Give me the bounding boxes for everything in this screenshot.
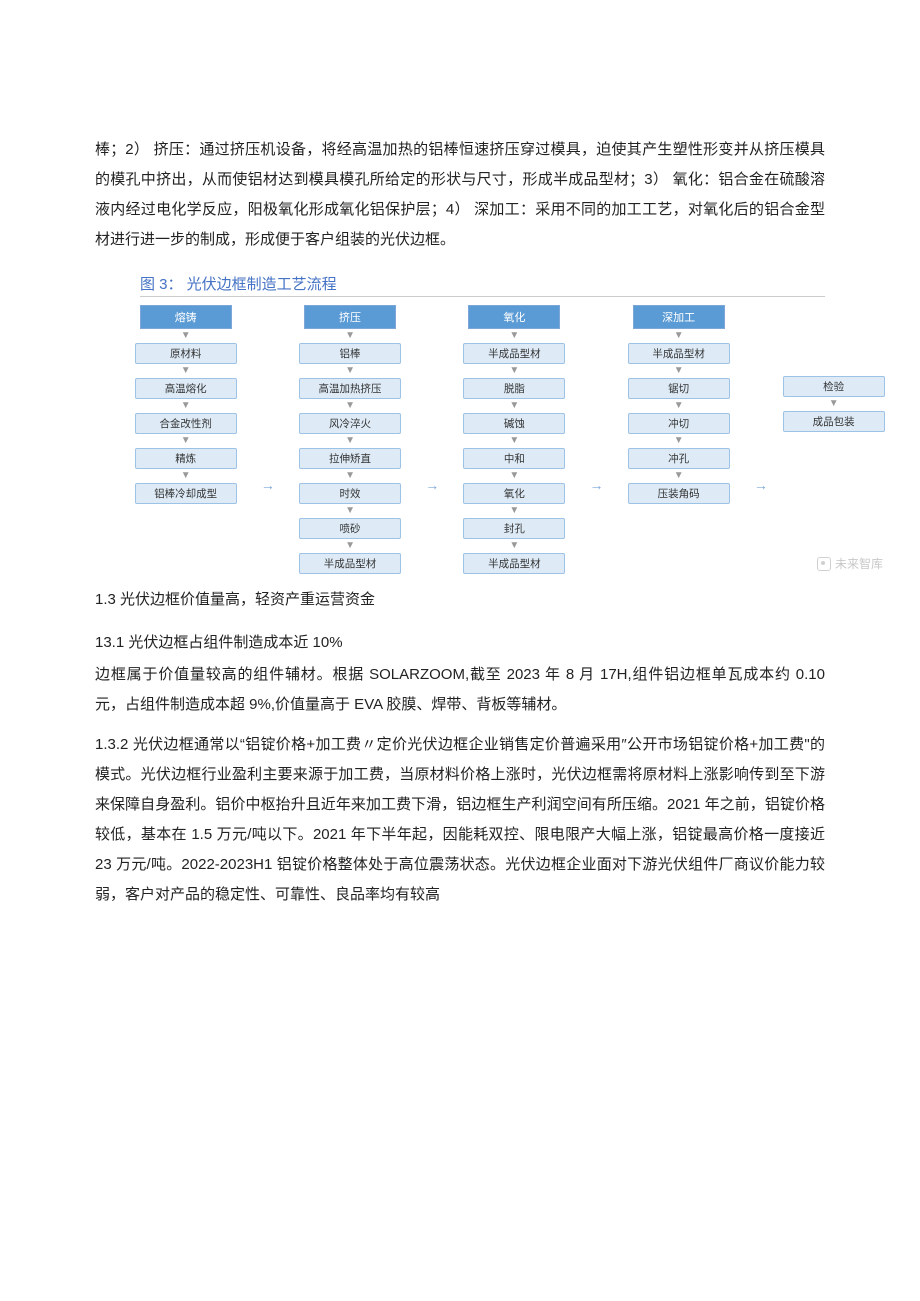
flow-step: 成品包装 bbox=[783, 411, 885, 432]
arrow-down-icon: ▼ bbox=[345, 367, 355, 375]
arrow-right-icon: → bbox=[425, 477, 440, 493]
arrow-down-icon: ▼ bbox=[181, 437, 191, 445]
arrow-down-icon: ▼ bbox=[509, 437, 519, 445]
flow-step: 脱脂 bbox=[463, 378, 565, 399]
flow-step: 铝棒冷却成型 bbox=[135, 483, 237, 504]
flow-step: 半成品型材 bbox=[463, 553, 565, 574]
flow-column: 氧化 ▼ 半成品型材 ▼ 脱脂 ▼ 碱蚀 ▼ 中和 ▼ 氧化 ▼ 封孔 ▼ 半成品型材 bbox=[454, 305, 575, 574]
paragraph-1-3-2: 1.3.2 光伏边框通常以“铝锭价格+加工费〃定价光伏边框企业销售定价普遍采用″… bbox=[95, 730, 825, 910]
watermark-text: 未来智库 bbox=[835, 555, 883, 572]
wechat-icon bbox=[817, 557, 831, 571]
flow-step: 时效 bbox=[299, 483, 401, 504]
flow-step: 半成品型材 bbox=[299, 553, 401, 574]
flow-step: 喷砂 bbox=[299, 518, 401, 539]
flow-step: 高温加热挤压 bbox=[299, 378, 401, 399]
arrow-down-icon: ▼ bbox=[829, 400, 839, 408]
flow-step: 原材料 bbox=[135, 343, 237, 364]
arrow-down-icon: ▼ bbox=[509, 367, 519, 375]
arrow-down-icon: ▼ bbox=[509, 542, 519, 550]
flow-step: 压装角码 bbox=[628, 483, 730, 504]
flow-step: 锯切 bbox=[628, 378, 730, 399]
arrow-down-icon: ▼ bbox=[674, 437, 684, 445]
intro-paragraph: 棒；2） 挤压：通过挤压机设备，将经高温加热的铝棒恒速挤压穿过模具，迫使其产生塑… bbox=[95, 135, 825, 255]
arrow-down-icon: ▼ bbox=[509, 402, 519, 410]
flow-step: 拉伸矫直 bbox=[299, 448, 401, 469]
section-1-3-1-title: 13.1 光伏边框占组件制造成本近 10% bbox=[95, 631, 825, 652]
flow-step: 合金改性剂 bbox=[135, 413, 237, 434]
flow-step: 风冷淬火 bbox=[299, 413, 401, 434]
arrow-down-icon: ▼ bbox=[674, 402, 684, 410]
arrow-down-icon: ▼ bbox=[181, 402, 191, 410]
flow-step: 检验 bbox=[783, 376, 885, 397]
arrow-down-icon: ▼ bbox=[345, 542, 355, 550]
arrow-down-icon: ▼ bbox=[345, 402, 355, 410]
arrow-down-icon: ▼ bbox=[345, 507, 355, 515]
arrow-down-icon: ▼ bbox=[674, 367, 684, 375]
flow-header: 氧化 bbox=[468, 305, 560, 329]
arrow-down-icon: ▼ bbox=[345, 332, 355, 340]
flow-column: 挤压 ▼ 铝棒 ▼ 高温加热挤压 ▼ 风冷淬火 ▼ 拉伸矫直 ▼ 时效 ▼ 喷砂 ▼ 半成品型材 bbox=[289, 305, 410, 574]
arrow-down-icon: ▼ bbox=[509, 472, 519, 480]
arrow-down-icon: ▼ bbox=[674, 472, 684, 480]
flow-column: 深加工 ▼ 半成品型材 ▼ 锯切 ▼ 冲切 ▼ 冲孔 ▼ 压装角码 bbox=[618, 305, 739, 504]
flow-step: 冲孔 bbox=[628, 448, 730, 469]
arrow-right-icon: → bbox=[589, 477, 604, 493]
arrow-right-icon: → bbox=[753, 477, 768, 493]
flow-step: 中和 bbox=[463, 448, 565, 469]
flow-step: 碱蚀 bbox=[463, 413, 565, 434]
flow-step: 氧化 bbox=[463, 483, 565, 504]
arrow-down-icon: ▼ bbox=[509, 332, 519, 340]
arrow-down-icon: ▼ bbox=[181, 332, 191, 340]
flow-step: 铝棒 bbox=[299, 343, 401, 364]
figure-caption: 图 3： 光伏边框制造工艺流程 bbox=[140, 273, 825, 297]
arrow-down-icon: ▼ bbox=[345, 472, 355, 480]
arrow-down-icon: ▼ bbox=[181, 367, 191, 375]
arrow-down-icon: ▼ bbox=[674, 332, 684, 340]
section-1-3-title: 1.3 光伏边框价值量高，轻资产重运营资金 bbox=[95, 588, 825, 609]
flow-step: 半成品型材 bbox=[463, 343, 565, 364]
arrow-right-icon: → bbox=[260, 477, 275, 493]
flow-header: 挤压 bbox=[304, 305, 396, 329]
flow-column: 熔铸 ▼ 原材料 ▼ 高温熔化 ▼ 合金改性剂 ▼ 精炼 ▼ 铝棒冷却成型 bbox=[125, 305, 246, 504]
flowchart: 熔铸 ▼ 原材料 ▼ 高温熔化 ▼ 合金改性剂 ▼ 精炼 ▼ 铝棒冷却成型 → 挤压 ▼ 铝棒 ▼ 高温加热挤压… bbox=[125, 305, 885, 574]
arrow-down-icon: ▼ bbox=[345, 437, 355, 445]
arrow-down-icon: ▼ bbox=[181, 472, 191, 480]
flow-step: 半成品型材 bbox=[628, 343, 730, 364]
flow-header: 熔铸 bbox=[140, 305, 232, 329]
flow-step: 精炼 bbox=[135, 448, 237, 469]
arrow-down-icon: ▼ bbox=[509, 507, 519, 515]
flow-step: 冲切 bbox=[628, 413, 730, 434]
flow-column: 检验 ▼ 成品包装 bbox=[782, 305, 885, 432]
flow-header: 深加工 bbox=[633, 305, 725, 329]
flow-step: 高温熔化 bbox=[135, 378, 237, 399]
paragraph-1-3-1: 边框属于价值量较高的组件辅材。根据 SOLARZOOM,截至 2023 年 8 … bbox=[95, 660, 825, 720]
watermark: 未来智库 bbox=[817, 555, 883, 572]
flow-step: 封孔 bbox=[463, 518, 565, 539]
